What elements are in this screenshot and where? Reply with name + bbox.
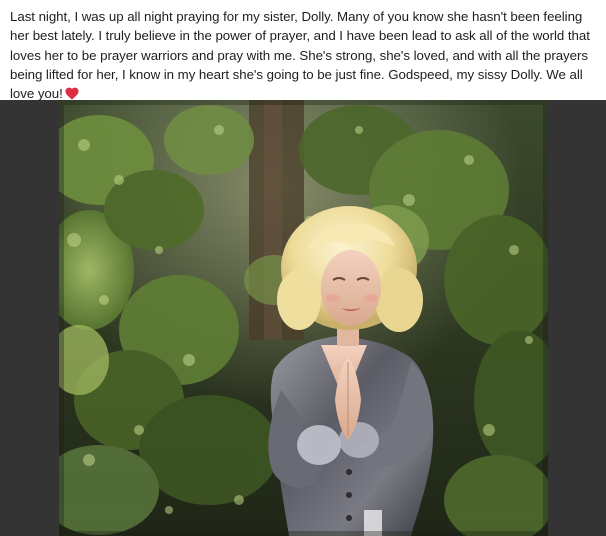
facebook-post: Last night, I was up all night praying f… — [0, 0, 606, 536]
post-message-text: Last night, I was up all night praying f… — [10, 9, 590, 102]
post-message-container: Last night, I was up all night praying f… — [10, 7, 604, 103]
red-heart-icon — [65, 87, 79, 100]
post-media[interactable] — [0, 100, 606, 536]
post-photo[interactable] — [59, 100, 548, 536]
